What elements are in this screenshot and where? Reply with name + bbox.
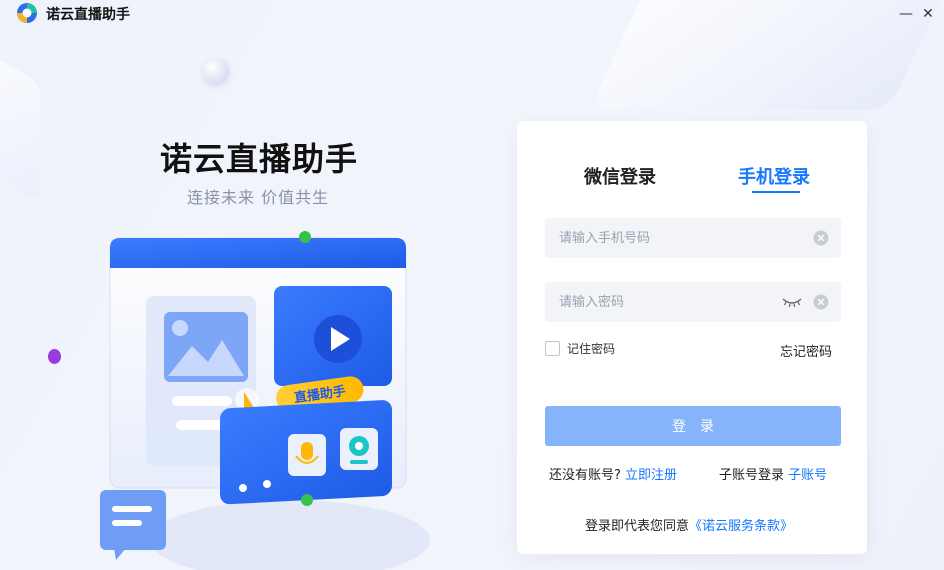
no-account-text: 还没有账号? [549, 468, 621, 483]
login-button[interactable]: 登录 [545, 406, 841, 446]
window-header [110, 238, 406, 268]
decorative-bubble [203, 58, 229, 84]
hero-title: 诺云直播助手 [160, 140, 359, 178]
agree-text: 登录即代表您同意 [585, 519, 690, 534]
forgot-password-link[interactable]: 忘记密码 [780, 341, 832, 360]
background-shape [0, 36, 40, 204]
phone-input[interactable] [545, 218, 785, 258]
decorative-dot [299, 231, 311, 243]
register-link[interactable]: 立即注册 [625, 468, 677, 483]
remember-checkbox[interactable] [545, 341, 560, 356]
microphone-icon [288, 434, 326, 476]
password-field [545, 282, 841, 322]
clear-icon[interactable] [813, 294, 829, 310]
decorative-dot [301, 494, 313, 506]
chat-bubble-icon [100, 490, 166, 560]
register-row: 还没有账号? 立即注册 [549, 464, 677, 483]
app-logo-icon [17, 3, 37, 23]
play-icon [314, 315, 362, 363]
terms-row: 登录即代表您同意《诺云服务条款》 [585, 515, 793, 534]
active-tab-indicator [752, 191, 800, 193]
terms-link[interactable]: 《诺云服务条款》 [689, 519, 793, 534]
subaccount-row: 子账号登录 子账号 [719, 464, 827, 483]
camera-icon [340, 428, 378, 470]
hero-subtitle: 连接未来 价值共生 [187, 188, 330, 207]
tab-phone-login[interactable]: 手机登录 [738, 163, 810, 189]
clear-icon[interactable] [813, 230, 829, 246]
decorative-dot [48, 349, 61, 364]
decorative-dot [263, 480, 271, 488]
remember-label: 记住密码 [567, 342, 616, 356]
tab-wechat-login[interactable]: 微信登录 [584, 163, 656, 189]
subaccount-text: 子账号登录 [719, 468, 785, 483]
eye-closed-icon[interactable] [781, 295, 803, 309]
password-input[interactable] [545, 282, 785, 322]
remember-password[interactable]: 记住密码 [545, 340, 615, 357]
decorative-dot [239, 484, 247, 492]
app-title: 诺云直播助手 [46, 7, 130, 23]
close-icon[interactable]: ✕ [918, 4, 938, 24]
image-icon [164, 312, 248, 382]
text-line [176, 420, 224, 430]
title-bar: 诺云直播助手 — ✕ [0, 0, 944, 28]
phone-field [545, 218, 841, 258]
hero-illustration: 直播助手 [100, 231, 430, 570]
subaccount-link[interactable]: 子账号 [788, 468, 827, 483]
pedestal [150, 500, 430, 570]
login-card: 微信登录 手机登录 记住密码 忘记密码 登录 还没有账号? 立即注册 子账号登录… [517, 121, 867, 554]
text-line [172, 396, 232, 406]
minimize-icon[interactable]: — [896, 4, 916, 24]
